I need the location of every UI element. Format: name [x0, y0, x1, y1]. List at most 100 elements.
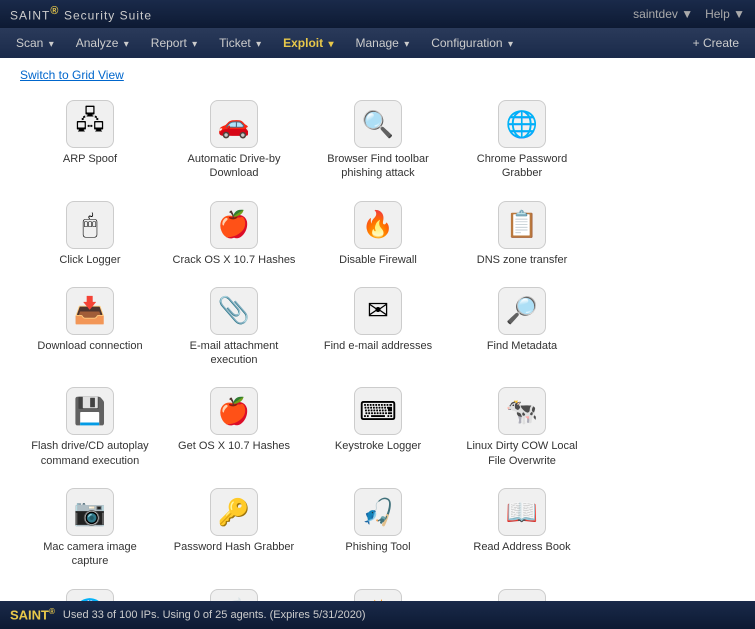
scan-arrow: ▾ — [49, 39, 54, 50]
tool-click-logger[interactable]: 🖱 Click Logger — [20, 193, 160, 275]
tool-label-get-osx: Get OS X 10.7 Hashes — [178, 439, 290, 453]
help-label: Help — [705, 7, 730, 21]
tool-label-dns-transfer: DNS zone transfer — [477, 253, 567, 267]
tools-grid: 🖧 ARP Spoof 🚗 Automatic Drive-by Download 🔍 B… — [20, 92, 735, 601]
status-logo: SAINT® — [10, 607, 55, 622]
tool-label-disable-fw: Disable Firewall — [339, 253, 417, 267]
tool-label-keystroke: Keystroke Logger — [335, 439, 421, 453]
tool-keystroke[interactable]: ⌨ Keystroke Logger — [308, 379, 448, 476]
tool-icon-auto-drive: 🚗 — [210, 100, 258, 148]
tool-icon-upgrade-attack: ⬆ — [498, 589, 546, 601]
switch-view-link[interactable]: Switch to Grid View — [20, 68, 124, 82]
tool-icon-find-email: ✉ — [354, 287, 402, 335]
tool-icon-pw-hash: 🔑 — [210, 488, 258, 536]
tool-label-click-logger: Click Logger — [59, 253, 120, 267]
top-bar-left: SAINT® Security Suite — [10, 5, 152, 22]
tool-phishing[interactable]: 🎣 Phishing Tool — [308, 480, 448, 577]
tool-find-email[interactable]: ✉ Find e-mail addresses — [308, 279, 448, 376]
content-area: Switch to Grid View 🖧 ARP Spoof 🚗 Automatic… — [0, 58, 755, 601]
tool-icon-email-attach: 📎 — [210, 287, 258, 335]
tool-pw-hash[interactable]: 🔑 Password Hash Grabber — [164, 480, 304, 577]
user-menu[interactable]: saintdev ▼ — [633, 7, 693, 21]
tool-label-chrome-pw: Chrome Password Grabber — [457, 152, 587, 181]
tool-linux-cow[interactable]: 🐄 Linux Dirty COW Local File Overwrite — [452, 379, 592, 476]
nav-report[interactable]: Report ▾ — [141, 32, 207, 54]
create-button[interactable]: + Create — [683, 32, 749, 54]
nav-analyze[interactable]: Analyze ▾ — [66, 32, 139, 54]
tool-icon-browser-phish: 🔍 — [354, 100, 402, 148]
nav-exploit[interactable]: Exploit ▾ — [273, 32, 343, 54]
tool-icon-dns-transfer: 📋 — [498, 201, 546, 249]
tool-read-addr[interactable]: 📖 Read Address Book — [452, 480, 592, 577]
tool-icon-reverse-applet: ☕ — [210, 589, 258, 601]
tool-label-browser-phish: Browser Find toolbar phishing attack — [313, 152, 443, 181]
tool-find-meta[interactable]: 🔎 Find Metadata — [452, 279, 592, 376]
tool-icon-find-meta: 🔎 — [498, 287, 546, 335]
logo-text: SAINT — [10, 9, 50, 23]
tool-mac-cam[interactable]: 📷 Mac camera image capture — [20, 480, 160, 577]
report-arrow: ▾ — [192, 39, 197, 50]
tool-label-phishing: Phishing Tool — [345, 540, 410, 554]
manage-arrow: ▾ — [404, 39, 409, 50]
tool-icon-linux-cow: 🐄 — [498, 387, 546, 435]
tool-icon-mac-cam: 📷 — [66, 488, 114, 536]
tool-label-pw-hash: Password Hash Grabber — [174, 540, 294, 554]
tool-label-auto-drive: Automatic Drive-by Download — [169, 152, 299, 181]
tool-disable-fw[interactable]: 🔥 Disable Firewall — [308, 193, 448, 275]
status-bar: SAINT® Used 33 of 100 IPs. Using 0 of 25… — [0, 601, 755, 629]
logo-super: ® — [50, 5, 59, 17]
tool-icon-crack-osx: 🍎 — [210, 201, 258, 249]
analyze-arrow: ▾ — [124, 39, 129, 50]
tool-chrome-pw[interactable]: 🌐 Chrome Password Grabber — [452, 92, 592, 189]
tool-icon-phishing: 🎣 — [354, 488, 402, 536]
tool-label-arp-spoof: ARP Spoof — [63, 152, 117, 166]
tool-icon-keystroke: ⌨ — [354, 387, 402, 435]
tool-icon-read-addr: 📖 — [498, 488, 546, 536]
exploit-arrow: ▾ — [328, 39, 333, 50]
tool-screen-cap[interactable]: 📸Screen Capture — [308, 581, 448, 601]
nav-scan[interactable]: Scan ▾ — [6, 32, 64, 54]
status-message: Used 33 of 100 IPs. Using 0 of 25 agents… — [63, 609, 366, 621]
tool-icon-download-conn: 📥 — [66, 287, 114, 335]
username: saintdev — [633, 7, 678, 21]
tool-icon-read-pw-browser: 🌐 — [66, 589, 114, 601]
tool-auto-drive[interactable]: 🚗 Automatic Drive-by Download — [164, 92, 304, 189]
tool-icon-arp-spoof: 🖧 — [66, 100, 114, 148]
app-logo: SAINT® Security Suite — [10, 5, 152, 22]
tool-label-flash-auto: Flash drive/CD autoplay command executio… — [25, 439, 155, 468]
tool-icon-chrome-pw: 🌐 — [498, 100, 546, 148]
tool-read-pw-browser[interactable]: 🌐Read passwords stored in web browser — [20, 581, 160, 601]
app-title: Security Suite — [64, 9, 152, 23]
tool-label-find-meta: Find Metadata — [487, 339, 557, 353]
tool-browser-phish[interactable]: 🔍 Browser Find toolbar phishing attack — [308, 92, 448, 189]
tool-download-conn[interactable]: 📥 Download connection — [20, 279, 160, 376]
tool-dns-transfer[interactable]: 📋 DNS zone transfer — [452, 193, 592, 275]
tool-label-linux-cow: Linux Dirty COW Local File Overwrite — [457, 439, 587, 468]
tool-reverse-applet[interactable]: ☕Reverse Shell Applet — [164, 581, 304, 601]
tool-upgrade-attack[interactable]: ⬆Upgrade Attack — [452, 581, 592, 601]
nav-manage[interactable]: Manage ▾ — [345, 32, 419, 54]
tool-icon-click-logger: 🖱 — [66, 201, 114, 249]
tool-label-read-addr: Read Address Book — [473, 540, 570, 554]
nav-configuration[interactable]: Configuration ▾ — [421, 32, 523, 54]
tool-arp-spoof[interactable]: 🖧 ARP Spoof — [20, 92, 160, 189]
tool-get-osx[interactable]: 🍎 Get OS X 10.7 Hashes — [164, 379, 304, 476]
tool-flash-auto[interactable]: 💾 Flash drive/CD autoplay command executi… — [20, 379, 160, 476]
tool-email-attach[interactable]: 📎 E-mail attachment execution — [164, 279, 304, 376]
tool-label-find-email: Find e-mail addresses — [324, 339, 432, 353]
tool-icon-flash-auto: 💾 — [66, 387, 114, 435]
nav-ticket[interactable]: Ticket ▾ — [209, 32, 271, 54]
tool-label-crack-osx: Crack OS X 10.7 Hashes — [173, 253, 296, 267]
tool-icon-disable-fw: 🔥 — [354, 201, 402, 249]
tool-label-mac-cam: Mac camera image capture — [25, 540, 155, 569]
tool-crack-osx[interactable]: 🍎 Crack OS X 10.7 Hashes — [164, 193, 304, 275]
tool-icon-screen-cap: 📸 — [354, 589, 402, 601]
tool-icon-get-osx: 🍎 — [210, 387, 258, 435]
ticket-arrow: ▾ — [256, 39, 261, 50]
config-arrow: ▾ — [508, 39, 513, 50]
top-bar: SAINT® Security Suite saintdev ▼ Help ▼ — [0, 0, 755, 28]
tool-label-email-attach: E-mail attachment execution — [169, 339, 299, 368]
nav-bar: Scan ▾ Analyze ▾ Report ▾ Ticket ▾ Explo… — [0, 28, 755, 58]
tool-label-download-conn: Download connection — [37, 339, 142, 353]
help-menu[interactable]: Help ▼ — [705, 7, 745, 21]
